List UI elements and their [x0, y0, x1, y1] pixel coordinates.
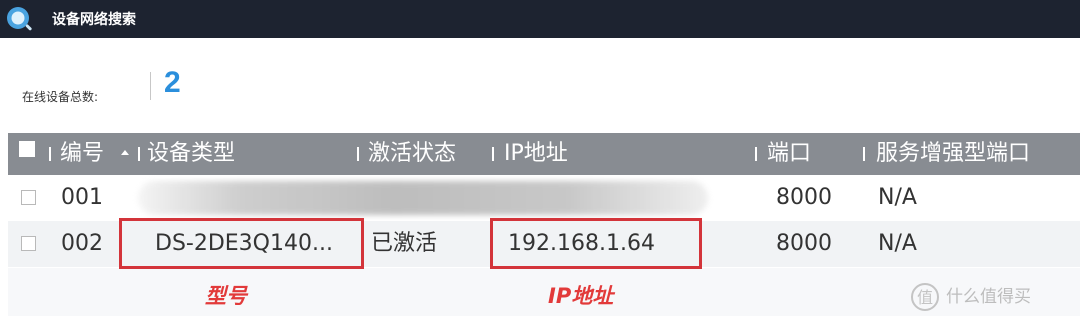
redacted-info — [138, 181, 708, 215]
column-separator — [863, 147, 865, 161]
watermark-logo-icon: 值 — [911, 283, 939, 311]
column-header-enhanced-port[interactable]: 服务增强型端口 — [876, 133, 1030, 175]
watermark: 值 什么值得买 — [910, 280, 1031, 314]
search-device-icon — [7, 7, 32, 31]
cell-port: 8000 — [776, 185, 832, 210]
column-header-device-type[interactable]: 设备类型 — [147, 133, 235, 175]
column-separator — [492, 147, 494, 161]
model-annotation: 型号 — [205, 284, 247, 308]
column-separator — [138, 147, 140, 161]
select-all-checkbox[interactable] — [19, 141, 35, 157]
title-bar: 设备网络搜索 — [0, 0, 1080, 38]
cell-port: 8000 — [776, 231, 832, 256]
online-device-count: 2 — [164, 66, 181, 99]
column-separator — [49, 147, 51, 161]
cell-enhanced-port: N/A — [878, 231, 917, 256]
cell-number: 001 — [61, 185, 103, 210]
sort-ascending-icon[interactable] — [121, 150, 129, 155]
ip-annotation: IP地址 — [548, 284, 614, 308]
row-checkbox[interactable] — [21, 190, 36, 205]
column-separator — [357, 147, 359, 161]
table-header: 编号 设备类型 激活状态 IP地址 端口 服务增强型端口 — [8, 133, 1080, 175]
table-row[interactable]: 001 8000 N/A — [8, 175, 1080, 221]
cell-number: 002 — [61, 231, 103, 256]
column-header-activation-status[interactable]: 激活状态 — [368, 133, 456, 175]
column-header-port[interactable]: 端口 — [767, 133, 811, 175]
online-device-count-label: 在线设备总数: — [22, 90, 99, 104]
row-checkbox[interactable] — [21, 236, 36, 251]
column-separator — [755, 147, 757, 161]
column-header-number[interactable]: 编号 — [60, 133, 104, 175]
cell-enhanced-port: N/A — [878, 185, 917, 210]
summary-divider — [150, 72, 151, 100]
watermark-text: 什么值得买 — [946, 287, 1031, 307]
column-header-ip-address[interactable]: IP地址 — [504, 133, 568, 175]
svg-text:值: 值 — [917, 288, 933, 307]
window-title: 设备网络搜索 — [52, 12, 136, 28]
model-highlight-box — [119, 218, 364, 269]
cell-activation-status: 已激活 — [371, 231, 438, 256]
ip-highlight-box — [490, 218, 702, 269]
